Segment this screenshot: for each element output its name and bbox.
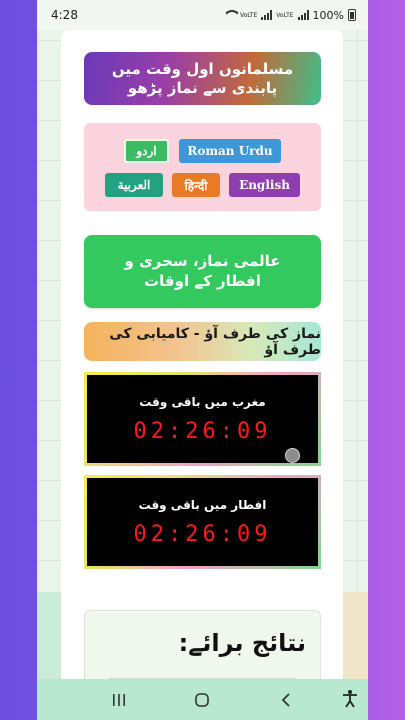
accessibility-icon[interactable] — [340, 689, 360, 709]
signal-icon-2 — [297, 10, 309, 20]
lang-arabic-button[interactable]: العربية — [105, 173, 163, 197]
recent-apps-icon[interactable] — [109, 690, 129, 710]
lang-english-button[interactable]: English — [229, 173, 300, 197]
results-title: نتائج برائے: — [178, 629, 306, 657]
timer-display: مغرب میں باقی وقت 02:26:09 — [87, 375, 318, 463]
timer-label: مغرب میں باقی وقت — [139, 394, 266, 409]
back-icon[interactable] — [276, 690, 296, 710]
slogan-text: نماز کی طرف آؤ - کامیابی کی طرف آؤ — [109, 325, 321, 358]
system-nav-bar — [37, 679, 368, 720]
phone-screen: 4:28 VoLTE VoLTE 100% مسلمانوں اول وقت م… — [37, 0, 368, 720]
timer-label: افطار میں باقی وقت — [138, 497, 267, 512]
lang-roman-urdu-button[interactable]: Roman Urdu — [179, 139, 281, 163]
timer-value: 02:26:09 — [133, 521, 272, 547]
volte-label-2: VoLTE — [276, 11, 294, 19]
lang-hindi-button[interactable]: हिन्दी — [172, 173, 220, 197]
slogan-banner: نماز کی طرف آؤ - کامیابی کی طرف آؤ — [84, 322, 321, 361]
status-time: 4:28 — [51, 8, 78, 22]
world-prayer-times-button[interactable]: عالمی نماز، سحری و افطار کے اوقات — [84, 235, 321, 308]
status-icons: VoLTE VoLTE 100% — [224, 9, 356, 22]
timer-display: افطار میں باقی وقت 02:26:09 — [87, 478, 318, 566]
banner-text: مسلمانوں اول وقت میں پابندی سے نماز پڑھو — [111, 59, 294, 97]
status-bar: 4:28 VoLTE VoLTE 100% — [37, 0, 368, 30]
language-selector: اردو Roman Urdu العربية हिन्दी English — [84, 123, 321, 211]
touch-indicator — [285, 448, 300, 463]
battery-percent: 100% — [312, 8, 344, 22]
home-icon[interactable] — [192, 690, 212, 710]
battery-icon — [348, 9, 356, 21]
wifi-icon — [224, 10, 236, 20]
timer-value: 02:26:09 — [133, 418, 272, 444]
signal-icon-1 — [261, 10, 273, 20]
world-prayer-times-label: عالمی نماز، سحری و افطار کے اوقات — [124, 252, 281, 290]
header-banner: مسلمانوں اول وقت میں پابندی سے نماز پڑھو — [84, 52, 321, 105]
iftar-timer: افطار میں باقی وقت 02:26:09 — [84, 475, 321, 569]
lang-urdu-button[interactable]: اردو — [124, 139, 169, 163]
volte-label-1: VoLTE — [239, 11, 258, 19]
